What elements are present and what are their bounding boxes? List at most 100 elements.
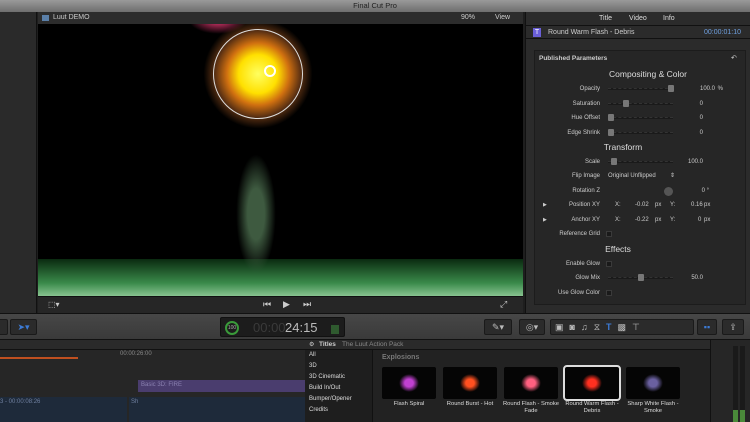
player-figure — [236, 154, 276, 274]
tab-video[interactable]: Video — [629, 15, 647, 22]
scale-slider[interactable] — [608, 158, 673, 165]
inspector-toggle-button[interactable]: ▪▪ — [697, 319, 717, 335]
tab-info[interactable]: Info — [663, 15, 675, 22]
category-credits[interactable]: Credits — [309, 407, 328, 413]
hue-offset-label: Hue Offset — [571, 115, 600, 121]
position-xy-label: Position XY — [568, 202, 600, 208]
rotation-dial[interactable] — [664, 187, 673, 196]
title-thumbnail[interactable] — [443, 367, 497, 399]
category-3d-cinematic[interactable]: 3D Cinematic — [309, 374, 345, 380]
music-icon[interactable]: ♫ — [581, 322, 594, 332]
title-thumbnail[interactable] — [382, 367, 436, 399]
unit: px — [704, 202, 711, 208]
rotation-z-value[interactable]: 0 ° — [702, 184, 709, 198]
anchor-x-value[interactable]: -0.22 — [635, 213, 649, 227]
timecode-display[interactable]: 24:15 — [285, 320, 318, 335]
photos-icon[interactable]: ◙ — [570, 322, 581, 332]
generators-icon[interactable]: ▩ — [618, 322, 633, 332]
select-tool-button[interactable]: ➤▾ — [10, 319, 37, 335]
published-parameters-header: Published Parameters — [539, 55, 608, 62]
opacity-value[interactable]: 100.0 — [700, 82, 715, 96]
reference-grid-checkbox[interactable] — [606, 231, 612, 237]
meter-level-right — [740, 410, 745, 422]
pack-name: The Luut Action Pack — [342, 341, 404, 348]
previous-icon[interactable]: ⏮ — [263, 299, 271, 310]
hue-offset-value[interactable]: 0 — [700, 111, 703, 125]
zoom-dropdown[interactable]: 90% — [461, 12, 475, 24]
scale-row: Scale 100.0 — [518, 155, 743, 169]
disclosure-triangle-icon[interactable]: ▶ — [543, 213, 547, 227]
position-y-value[interactable]: 0.16 — [691, 198, 703, 212]
transform-icon[interactable]: ⬚▾ — [48, 300, 60, 309]
category-build-in-out[interactable]: Build In/Out — [309, 385, 340, 391]
titles-icon[interactable]: T — [606, 322, 618, 332]
use-glow-color-checkbox[interactable] — [606, 290, 612, 296]
saturation-value[interactable]: 0 — [700, 97, 703, 111]
category-bumper-opener[interactable]: Bumper/Opener — [309, 396, 352, 402]
title-thumbnail[interactable] — [626, 367, 680, 399]
enhancements-button[interactable]: ✎▾ — [484, 319, 512, 335]
thumbnail-preview — [643, 374, 663, 392]
next-icon[interactable]: ⏭ — [303, 299, 311, 310]
inspector: Title Video Info T Round Warm Flash - De… — [525, 12, 750, 313]
titles-browser: ⚙ Titles The Luut Action Pack All 3D 3D … — [305, 340, 710, 422]
play-icon[interactable]: ▶ — [283, 299, 290, 310]
flip-image-popup[interactable]: Original Unflipped — [608, 169, 656, 183]
library-panel — [0, 12, 37, 313]
category-3d[interactable]: 3D — [309, 363, 317, 369]
audio-meter-mini[interactable] — [331, 325, 339, 334]
timecode-dim: 00:00 — [253, 320, 286, 335]
effects-browser-icon[interactable]: ▣ — [555, 322, 570, 332]
timeline[interactable]: 00:00:26:00 Basic 3D: FIRE 3 - 00:00:08:… — [0, 340, 305, 422]
hue-offset-slider[interactable] — [608, 114, 673, 121]
opacity-slider[interactable] — [608, 85, 674, 92]
hue-offset-row: Hue Offset 0 — [518, 111, 743, 125]
unit: px — [655, 202, 662, 208]
title-thumbnail-label: Round Flash - Smoke Fade — [502, 401, 560, 414]
edge-shrink-label: Edge Shrink — [567, 130, 600, 136]
category-all[interactable]: All — [309, 352, 316, 358]
enable-glow-checkbox[interactable] — [606, 261, 612, 267]
scale-value[interactable]: 100.0 — [688, 155, 703, 169]
toolbar-left-button[interactable] — [0, 319, 8, 335]
saturation-row: Saturation 0 — [518, 97, 743, 111]
video-clip-name: Sh — [131, 399, 139, 405]
enable-glow-row: Enable Glow — [518, 257, 743, 271]
tab-title[interactable]: Title — [599, 15, 612, 22]
ruler-time: 00:00:26:00 — [120, 351, 152, 357]
edge-shrink-slider[interactable] — [608, 129, 673, 136]
timeline-header — [0, 340, 305, 350]
title-thumbnail[interactable] — [563, 365, 621, 401]
dashboard: 100 00:00 24:15 — [220, 317, 345, 337]
retime-button[interactable]: ◎▾ — [519, 319, 545, 335]
glow-mix-slider[interactable] — [608, 274, 673, 281]
title-thumbnail-label: Sharp White Flash - Smoke — [627, 401, 679, 414]
position-x-value[interactable]: -0.02 — [635, 198, 649, 212]
themes-icon[interactable]: ⊤ — [632, 322, 646, 332]
clip-name: Round Warm Flash - Debris — [548, 29, 635, 36]
view-menu[interactable]: View — [495, 12, 510, 24]
title-thumbnail[interactable] — [504, 367, 558, 399]
onscreen-control-ring[interactable] — [213, 29, 303, 119]
title-clip[interactable]: Basic 3D: FIRE — [138, 380, 305, 392]
glow-mix-value[interactable]: 50.0 — [691, 271, 703, 285]
thumbnail-preview — [582, 374, 602, 392]
saturation-slider[interactable] — [608, 100, 673, 107]
anchor-y-value[interactable]: 0 — [698, 213, 701, 227]
opacity-label: Opacity — [579, 86, 600, 92]
flip-image-label: Flip Image — [571, 173, 600, 179]
share-button[interactable]: ⇪ — [722, 319, 744, 335]
anchor-xy-label: Anchor XY — [571, 217, 600, 223]
reset-icon[interactable]: ↶ — [731, 54, 737, 62]
video-canvas[interactable] — [38, 24, 523, 296]
video-clip[interactable]: 3 - 00:00:08:26 — [0, 397, 127, 422]
browser-header: Titles — [319, 341, 336, 348]
transitions-icon[interactable]: ⧖ — [594, 322, 606, 332]
video-clip[interactable]: Sh — [129, 397, 305, 422]
disclosure-triangle-icon[interactable]: ▶ — [543, 198, 547, 212]
anchor-handle[interactable] — [264, 65, 276, 77]
fullscreen-icon[interactable]: ⤢ — [500, 299, 507, 310]
viewer-header: Luut DEMO 90% View — [38, 12, 523, 24]
background-tasks-indicator[interactable]: 100 — [225, 321, 239, 335]
edge-shrink-value[interactable]: 0 — [700, 126, 703, 140]
